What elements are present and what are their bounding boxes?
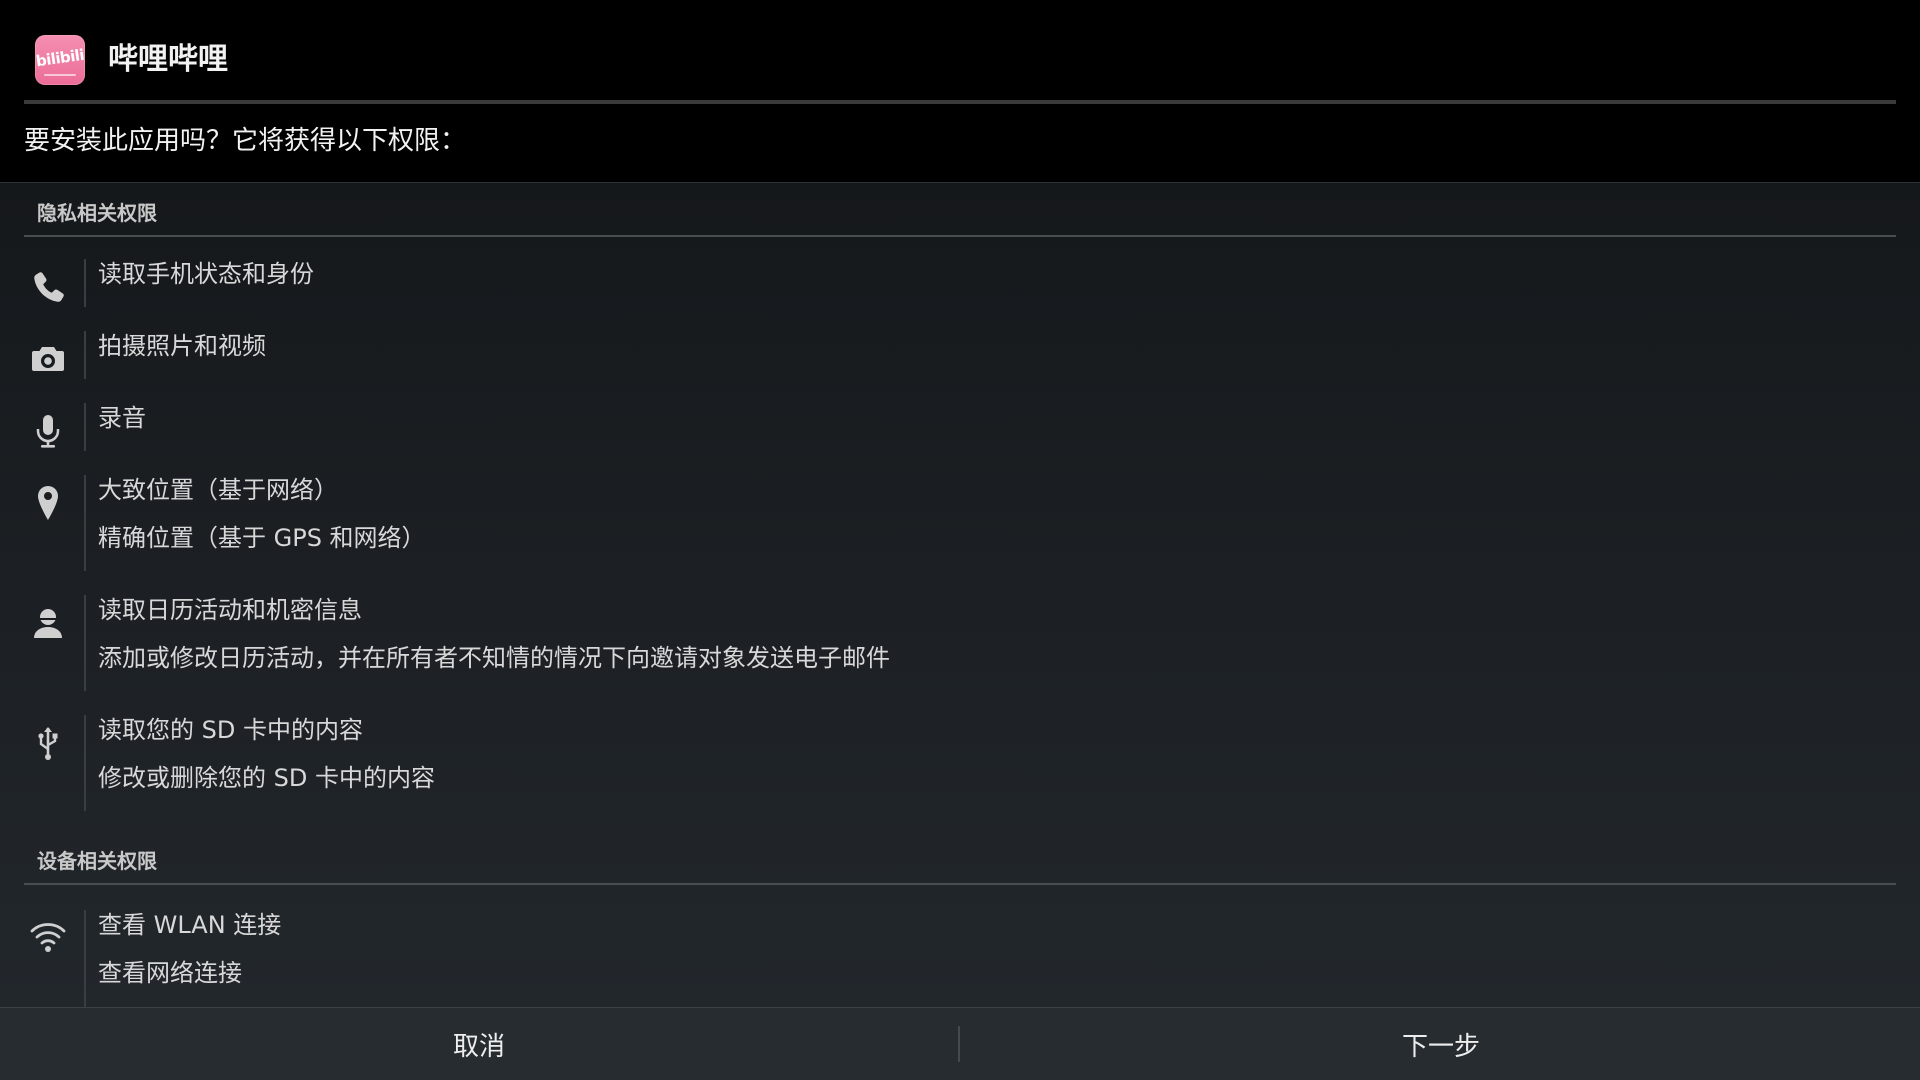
permission-line: 读取您的 SD 卡中的内容 [98,716,363,744]
wifi-icon [28,918,68,958]
camera-icon [28,339,68,379]
permission-line: 查看 WLAN 连接 [98,911,282,939]
permission-group-phone: 读取手机状态和身份 [0,259,1920,307]
section-header-privacy: 隐私相关权限 [24,183,1896,237]
bilibili-logo-icon: bilibili [35,35,85,85]
app-logo-text: bilibili [35,45,85,71]
microphone-icon [28,411,68,451]
permission-line: 读取日历活动和机密信息 [98,596,362,624]
location-pin-icon [28,483,68,523]
permission-line: 大致位置（基于网络） [98,476,338,504]
app-title: 哔哩哔哩 [108,42,228,77]
permissions-list[interactable]: 隐私相关权限 读取手机状态和身份 拍摄照片和视频 录音 大致位置（基于网络） 精… [0,183,1920,1007]
section-title-device: 设备相关权限 [37,849,157,873]
section-title-privacy: 隐私相关权限 [37,201,157,225]
header-divider [24,100,1896,104]
permission-group-microphone: 录音 [0,403,1920,451]
permission-line: 修改或删除您的 SD 卡中的内容 [98,764,435,792]
permission-group-calendar: 读取日历活动和机密信息 添加或修改日历活动，并在所有者不知情的情况下向邀请对象发… [0,595,1920,691]
install-prompt: 要安装此应用吗？它将获得以下权限： [24,126,467,156]
usb-icon [28,723,68,763]
dialog-footer: 取消 下一步 [0,1007,1920,1080]
phone-icon [28,267,68,307]
permission-group-camera: 拍摄照片和视频 [0,331,1920,379]
permission-line: 添加或修改日历活动，并在所有者不知情的情况下向邀请对象发送电子邮件 [98,644,890,672]
footer-divider [958,1026,960,1062]
permission-line: 读取手机状态和身份 [98,260,314,288]
permission-group-storage: 读取您的 SD 卡中的内容 修改或删除您的 SD 卡中的内容 [0,715,1920,811]
app-header: bilibili 哔哩哔哩 [0,0,1920,100]
person-icon [28,603,68,643]
permission-group-network: 查看 WLAN 连接 查看网络连接 [0,910,1920,1007]
cancel-button[interactable]: 取消 [0,1008,958,1080]
permission-line: 录音 [98,404,146,432]
section-header-device: 设备相关权限 [24,831,1896,885]
permission-group-location: 大致位置（基于网络） 精确位置（基于 GPS 和网络） [0,475,1920,571]
permission-line: 查看网络连接 [98,959,242,987]
permission-line: 拍摄照片和视频 [98,332,266,360]
next-button[interactable]: 下一步 [962,1008,1920,1080]
permission-line: 精确位置（基于 GPS 和网络） [98,524,426,552]
